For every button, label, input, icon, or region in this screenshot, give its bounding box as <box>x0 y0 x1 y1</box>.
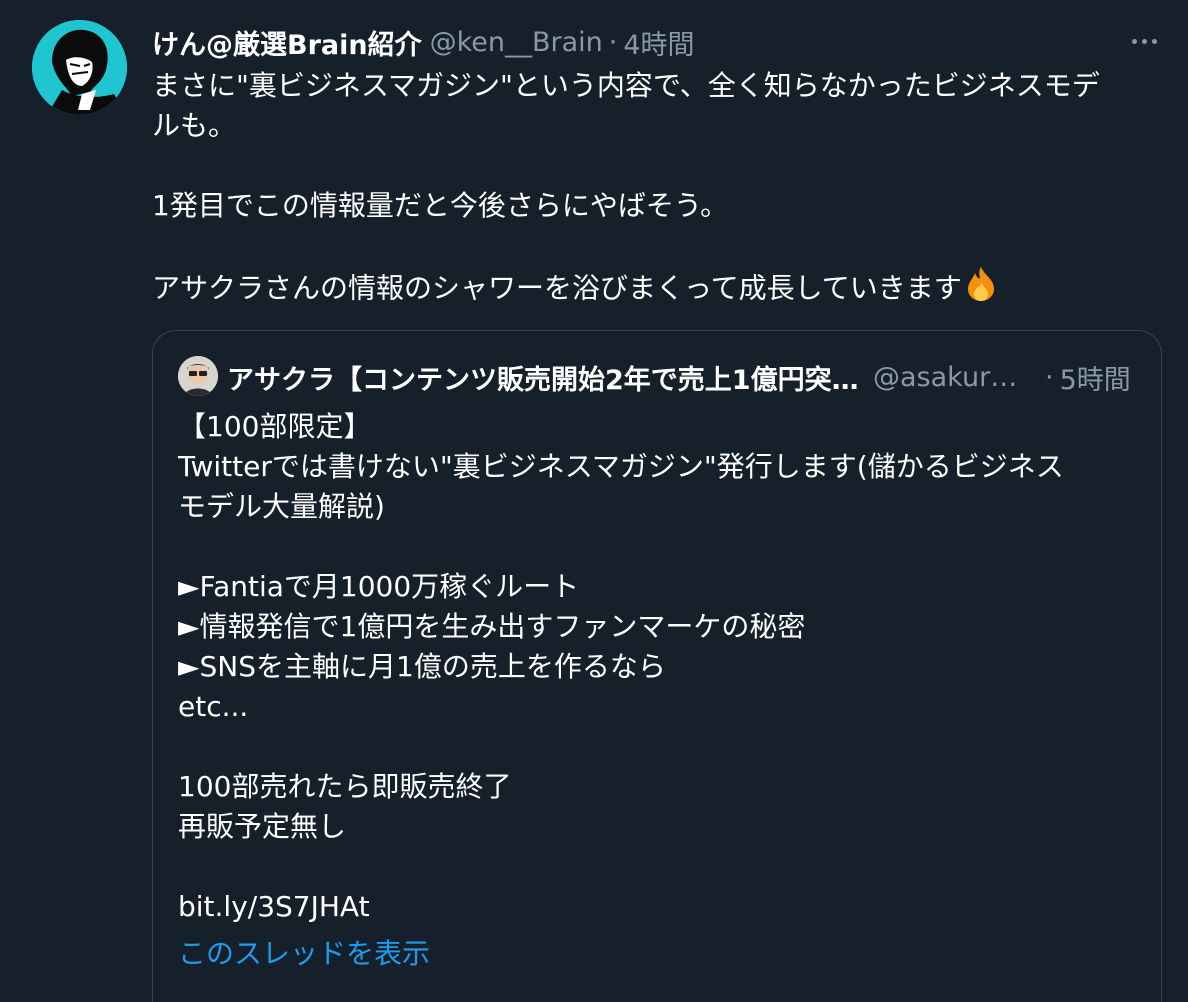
tweet-text-line: ルも。 <box>152 109 237 142</box>
quoted-text-line: ►情報発信で1億円を生み出すファンマーケの秘密 <box>178 610 806 643</box>
quoted-text-line: Twitterでは書けない"裏ビジネスマガジン"発行します(儲かるビジネス <box>178 450 1064 483</box>
quoted-author-display-name[interactable]: アサクラ【コンテンツ販売開始2年で売上1億円突破】 <box>227 358 861 397</box>
quoted-text-line: 【100部限定】 <box>178 410 372 443</box>
tweet-text-line: 1発目でこの情報量だと今後さらにやばそう。 <box>152 189 729 222</box>
tweet-text-line: アサクラさんの情報のシャワーを浴びまくって成長していきます <box>152 266 1167 313</box>
quoted-avatar-illustration <box>178 356 218 396</box>
more-horizontal-icon <box>1151 38 1157 44</box>
tweet-timestamp[interactable]: 4時間 <box>623 23 694 62</box>
more-horizontal-icon <box>1141 38 1147 44</box>
more-options-button[interactable] <box>1124 28 1164 54</box>
tweet-header: けん@厳選Brain紹介 @ken__Brain · 4時間 <box>152 22 695 62</box>
tweet[interactable]: けん@厳選Brain紹介 @ken__Brain · 4時間 まさに"裏ビジネス… <box>0 0 1188 1002</box>
quoted-text-line: ►SNSを主軸に月1億の売上を作るなら <box>178 650 666 683</box>
quoted-tweet-timestamp[interactable]: 5時間 <box>1060 358 1131 397</box>
quoted-text-line: etc... <box>178 690 249 723</box>
line-break <box>178 727 1138 767</box>
tweet-text-line: まさに"裏ビジネスマガジン"という内容で、全く知らなかったビジネスモデ <box>152 69 1100 102</box>
tweet-text: まさに"裏ビジネスマガジン"という内容で、全く知らなかったビジネスモデ ルも。 … <box>152 66 1167 313</box>
quoted-text-line: ►Fantiaで月1000万稼ぐルート <box>178 570 580 603</box>
tweet-text-segment: アサクラさんの情報のシャワーを浴びまくって成長していきます <box>152 271 962 305</box>
line-break <box>178 847 1138 887</box>
quoted-author-handle[interactable]: @asakura_content <box>873 362 1033 393</box>
quoted-header-separator: · <box>1045 361 1054 393</box>
fire-emoji-icon <box>964 266 998 313</box>
quoted-text-line: モデル大量解説) <box>178 490 385 523</box>
more-horizontal-icon <box>1131 38 1137 44</box>
header-separator: · <box>608 26 618 58</box>
quoted-text-line: 100部売れたら即販売終了 <box>178 770 512 803</box>
avatar-illustration <box>32 20 127 115</box>
quoted-tweet-card[interactable]: アサクラ【コンテンツ販売開始2年で売上1億円突破】 @asakura_conte… <box>152 330 1162 1002</box>
line-break <box>178 527 1138 567</box>
quoted-tweet-text: 【100部限定】 Twitterでは書けない"裏ビジネスマガジン"発行します(儲… <box>178 407 1138 927</box>
author-display-name[interactable]: けん@厳選Brain紹介 <box>152 23 422 62</box>
show-thread-link[interactable]: このスレッドを表示 <box>178 934 430 974</box>
quoted-author-avatar[interactable] <box>178 356 218 396</box>
quoted-link[interactable]: bit.ly/3S7JHAt <box>178 887 1138 927</box>
author-avatar[interactable] <box>32 20 127 115</box>
quoted-tweet-header: アサクラ【コンテンツ販売開始2年で売上1億円突破】 @asakura_conte… <box>227 357 1131 397</box>
quoted-text-line: 再販予定無し <box>178 810 347 843</box>
line-break <box>152 226 1167 266</box>
line-break <box>152 146 1167 186</box>
author-handle[interactable]: @ken__Brain <box>430 27 603 58</box>
